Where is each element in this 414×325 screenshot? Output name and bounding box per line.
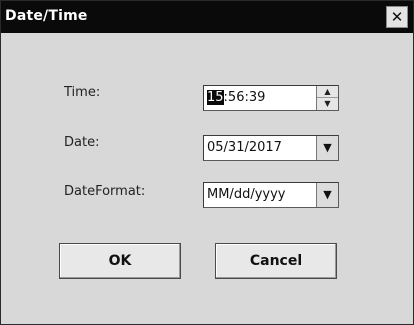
date-dropdown-button[interactable]: ▼ [316, 136, 338, 160]
time-value-rest: :56:39 [223, 90, 266, 105]
chevron-down-icon: ▼ [323, 141, 332, 154]
date-format-dropdown-button[interactable]: ▼ [316, 183, 338, 207]
date-format-label: DateFormat: [64, 184, 146, 199]
spin-down-icon: ▼ [324, 99, 331, 108]
title-bar: Date/Time ✕ [1, 1, 413, 33]
date-time-dialog: Date/Time ✕ Time: 15:56:39 ▲ ▼ Date: 05/… [0, 0, 414, 325]
date-format-select[interactable]: MM/dd/yyyy ▼ [203, 182, 339, 208]
date-dropdown[interactable]: 05/31/2017 ▼ [203, 135, 339, 161]
time-value: 15:56:39 [207, 90, 265, 105]
chevron-down-icon: ▼ [323, 188, 332, 201]
time-spinner: ▲ ▼ [316, 86, 338, 110]
date-value: 05/31/2017 [207, 140, 282, 155]
close-button[interactable]: ✕ [386, 6, 408, 28]
ok-button[interactable]: OK [59, 243, 181, 279]
time-hour-selected: 15 [207, 90, 224, 105]
dialog-title: Date/Time [5, 8, 88, 24]
date-format-value: MM/dd/yyyy [207, 187, 286, 202]
close-icon: ✕ [390, 8, 404, 26]
spin-down-button[interactable]: ▼ [317, 98, 338, 110]
time-input[interactable]: 15:56:39 ▲ ▼ [203, 85, 339, 111]
date-label: Date: [64, 135, 100, 150]
cancel-button[interactable]: Cancel [215, 243, 337, 279]
time-label: Time: [64, 85, 101, 100]
spin-up-icon: ▲ [324, 87, 331, 96]
spin-up-button[interactable]: ▲ [317, 86, 338, 98]
